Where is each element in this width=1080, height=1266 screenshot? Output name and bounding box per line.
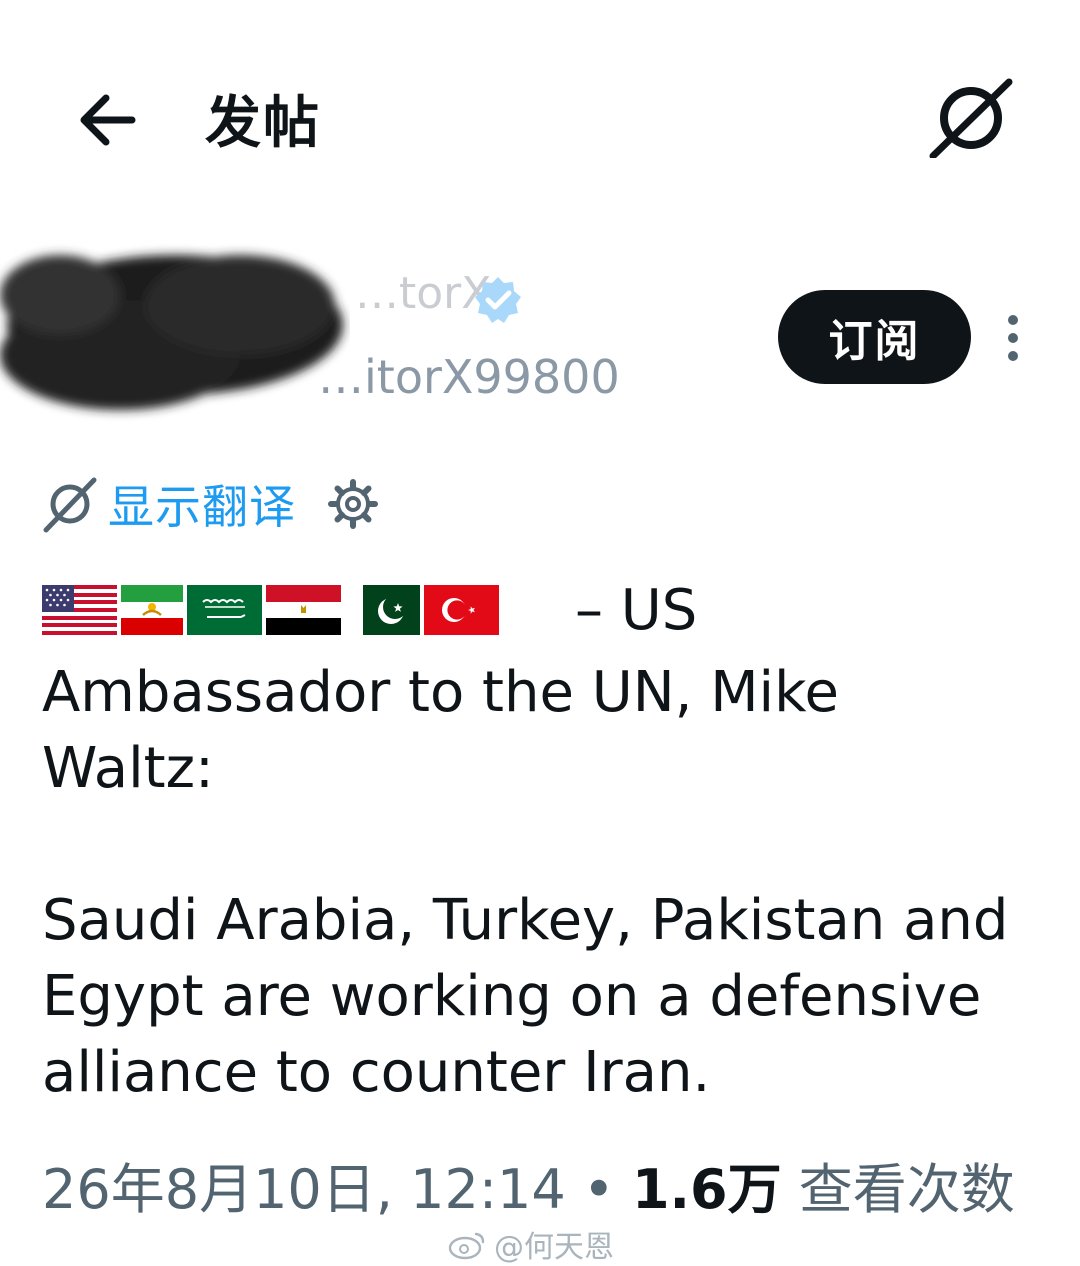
us-flag-icon [42, 585, 117, 635]
egypt-flag-icon [266, 585, 341, 635]
arrow-left-icon [80, 94, 136, 146]
flags-row [42, 585, 499, 635]
more-vertical-icon [1008, 315, 1018, 361]
grok-icon [929, 78, 1013, 160]
back-button[interactable] [70, 80, 150, 160]
show-translation-link[interactable]: 显示翻译 [108, 471, 296, 537]
page-title: 发帖 [205, 91, 321, 156]
turkey-flag-icon [424, 585, 499, 635]
meta-separator: • [582, 1158, 615, 1221]
views-label: 查看次数 [798, 1158, 1015, 1221]
subscribe-button[interactable]: 订阅 [778, 290, 971, 384]
iran-lion-and-sun-flag-icon [121, 585, 183, 635]
more-options-button[interactable] [995, 312, 1031, 364]
weibo-logo-icon [448, 1232, 485, 1260]
post-meta: 26年8月10日, 12:14 • 1.6万 查看次数 [42, 1145, 1015, 1224]
gear-icon[interactable] [326, 477, 380, 531]
grok-icon [43, 477, 97, 533]
post-text: Ambassador to the UN, Mike Waltz: Saudi … [42, 660, 1009, 1105]
post-lead-text: – US [575, 578, 698, 643]
watermark-text: @何天恩 [494, 1230, 614, 1265]
views-count: 1.6万 [631, 1158, 782, 1221]
translate-row: 显示翻译 [40, 474, 380, 534]
author-display-name[interactable]: …torX [355, 268, 491, 319]
watermark: @何天恩 [448, 1222, 614, 1266]
avatar-redacted [0, 225, 350, 425]
grok-button[interactable] [925, 78, 1015, 160]
saudi-flag-icon [187, 585, 262, 635]
author-handle[interactable]: …itorX99800 [318, 350, 620, 404]
pakistan-flag-icon [345, 585, 420, 635]
post-timestamp[interactable]: 26年8月10日, 12:14 [42, 1158, 566, 1221]
verified-badge-icon [472, 274, 524, 326]
